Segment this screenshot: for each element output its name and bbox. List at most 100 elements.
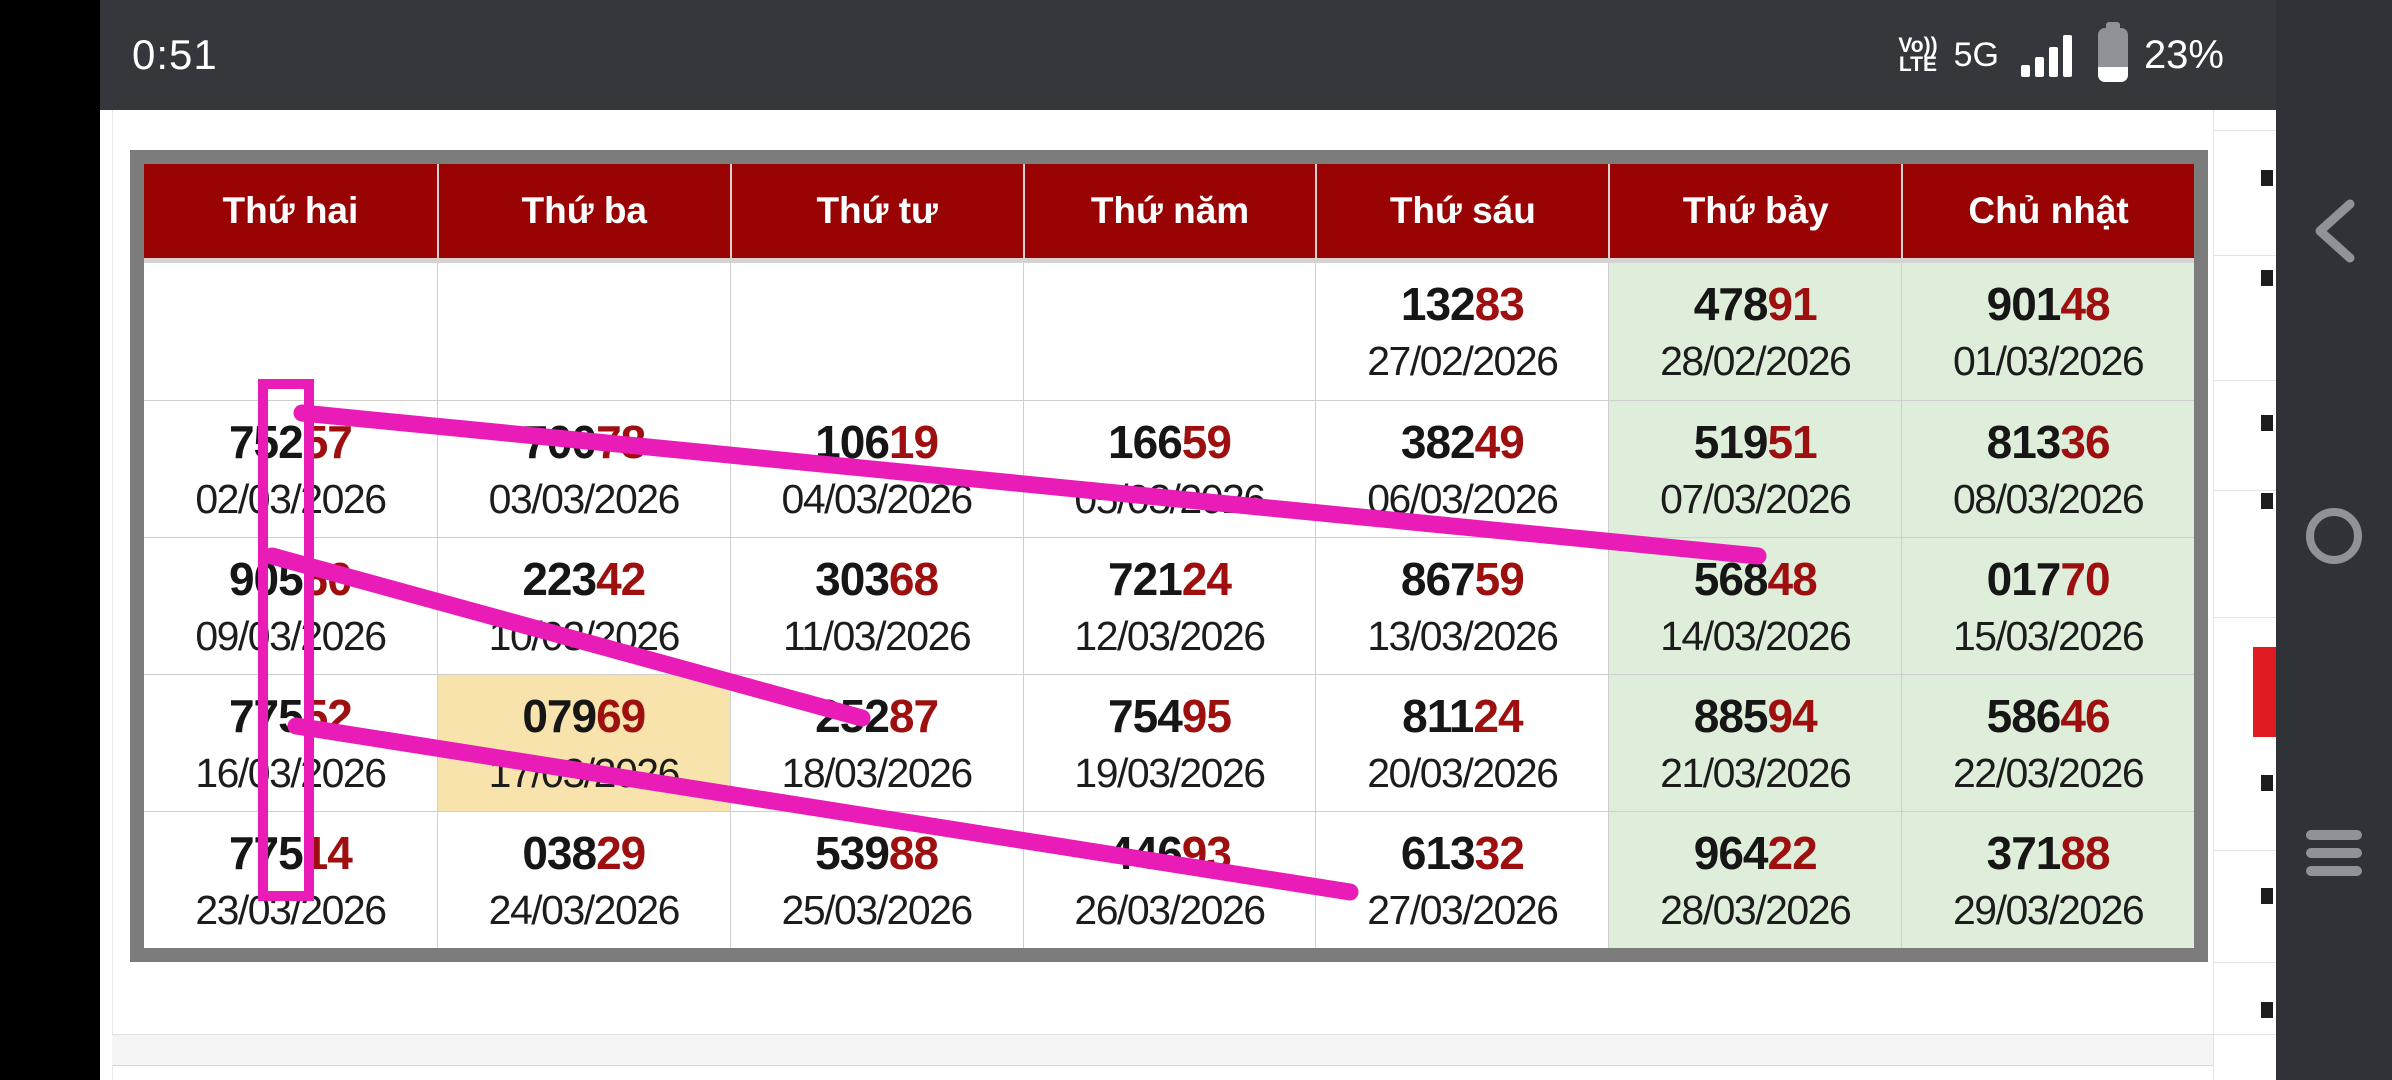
result-number: 01770 (1987, 556, 2110, 602)
result-date: 24/03/2026 (489, 890, 679, 931)
result-cell: 44693 26/03/2026 (1023, 811, 1316, 948)
result-number: 86759 (1401, 556, 1524, 602)
result-cell: 77552 16/03/2026 (144, 674, 437, 811)
left-letterbox (0, 0, 100, 1080)
result-number: 03829 (522, 830, 645, 876)
network-type-label: 5G (1954, 36, 1999, 75)
battery-level (2098, 67, 2128, 82)
android-nav-bar (2276, 0, 2392, 1080)
result-date: 04/03/2026 (782, 479, 972, 520)
side-red-marker (2253, 647, 2276, 737)
result-date: 27/02/2026 (1367, 341, 1557, 382)
result-date: 28/03/2026 (1660, 890, 1850, 931)
result-number: 47891 (1694, 281, 1817, 327)
result-date: 08/03/2026 (1953, 479, 2143, 520)
day-header: Thứ tư (730, 164, 1023, 258)
result-cell: 7007803/03/2026 (437, 400, 730, 537)
volte-icon: Vo)) LTE (1898, 36, 1937, 74)
result-cell (1023, 263, 1316, 400)
result-cell: 30368 11/03/2026 (730, 537, 1023, 674)
result-date: 13/03/2026 (1367, 616, 1557, 657)
result-cell: 90560 09/03/2026 (144, 537, 437, 674)
result-number: 51951 (1694, 419, 1817, 465)
side-row-divider (2214, 850, 2276, 851)
side-row-divider (2214, 130, 2276, 131)
result-cell: 38249 06/03/2026 (1315, 400, 1608, 537)
result-date: 15/03/2026 (1953, 616, 2143, 657)
result-number: 53988 (815, 830, 938, 876)
result-date: 16/03/2026 (195, 753, 385, 794)
signal-strength-icon (2021, 33, 2072, 77)
day-header: Thứ năm (1023, 164, 1316, 258)
back-icon[interactable] (2310, 198, 2358, 264)
page-left-edge (112, 110, 113, 1080)
result-date: 29/03/2026 (1953, 890, 2143, 931)
result-number: 88594 (1694, 693, 1817, 739)
result-number: 38249 (1401, 419, 1524, 465)
result-date: 07/03/2026 (1660, 479, 1850, 520)
result-cell: 51951 07/03/2026 (1608, 400, 1901, 537)
result-number: 77552 (229, 693, 352, 739)
result-cell: 22342 10/03/2026 (437, 537, 730, 674)
result-date: 12/03/2026 (1074, 616, 1264, 657)
result-date: 09/03/2026 (195, 616, 385, 657)
result-cell: 5398825/03/2026 (730, 811, 1023, 948)
result-number: 16659 (1108, 419, 1231, 465)
signal-bar (2049, 47, 2058, 77)
recents-icon[interactable] (2306, 830, 2362, 884)
result-date: 21/03/2026 (1660, 753, 1850, 794)
day-header: Thứ ba (437, 164, 730, 258)
result-date: 27/03/2026 (1367, 890, 1557, 931)
result-cell: 81336 08/03/2026 (1901, 400, 2194, 537)
result-cell: 7212412/03/2026 (1023, 537, 1316, 674)
day-header: Chủ nhật (1901, 164, 2194, 258)
result-cell: 5684814/03/2026 (1608, 537, 1901, 674)
result-number: 30368 (815, 556, 938, 602)
result-number: 22342 (522, 556, 645, 602)
result-cell: 7751423/03/2026 (144, 811, 437, 948)
result-date: 10/03/2026 (489, 616, 679, 657)
clipped-text-fragment (2261, 775, 2273, 791)
result-date: 11/03/2026 (783, 616, 970, 657)
result-date: 02/03/2026 (195, 479, 385, 520)
lottery-results-calendar: Thứ haiThứ baThứ tưThứ nămThứ sáuThứ bảy… (130, 150, 2208, 962)
result-number: 44693 (1108, 830, 1231, 876)
result-cell: 2528718/03/2026 (730, 674, 1023, 811)
status-time: 0:51 (132, 31, 218, 79)
result-cell: 1061904/03/2026 (730, 400, 1023, 537)
result-date: 26/03/2026 (1074, 890, 1264, 931)
recents-bar (2306, 848, 2362, 858)
battery-percent-label: 23% (2144, 33, 2224, 78)
calendar-body: 1328327/02/20264789128/02/20269014801/03… (144, 263, 2194, 948)
result-cell: 9642228/03/2026 (1608, 811, 1901, 948)
result-number: 81336 (1987, 419, 2110, 465)
result-number: 58646 (1987, 693, 2110, 739)
next-card-top-border (112, 1065, 2213, 1066)
result-cell: 03829 24/03/2026 (437, 811, 730, 948)
result-number: 81124 (1402, 693, 1522, 739)
home-icon[interactable] (2306, 508, 2362, 564)
status-bar: 0:51 Vo)) LTE 5G 23% (100, 0, 2392, 110)
result-number: 75495 (1108, 693, 1231, 739)
result-date: 06/03/2026 (1367, 479, 1557, 520)
result-number: 70078 (522, 419, 645, 465)
calendar-header-row: Thứ haiThứ baThứ tưThứ nămThứ sáuThứ bảy… (144, 164, 2194, 263)
result-cell (437, 263, 730, 400)
result-cell: 01770 15/03/2026 (1901, 537, 2194, 674)
result-number: 90560 (229, 556, 352, 602)
result-number: 90148 (1987, 281, 2110, 327)
signal-bar (2035, 57, 2044, 77)
result-cell: 81124 20/03/2026 (1315, 674, 1608, 811)
clipped-text-fragment (2261, 1002, 2273, 1018)
side-row-divider (2214, 255, 2276, 256)
result-date: 19/03/2026 (1074, 753, 1264, 794)
day-header: Thứ sáu (1315, 164, 1608, 258)
recents-bar (2306, 866, 2362, 876)
result-cell: 86759 13/03/2026 (1315, 537, 1608, 674)
result-cell: 1665905/03/2026 (1023, 400, 1316, 537)
result-cell: 3718829/03/2026 (1901, 811, 2194, 948)
volte-bottom-label: LTE (1899, 55, 1937, 74)
result-cell: 88594 21/03/2026 (1608, 674, 1901, 811)
phone-screen: 0:51 Vo)) LTE 5G 23% Thứ haiThứ baThứ tư… (0, 0, 2392, 1080)
result-date: 20/03/2026 (1367, 753, 1557, 794)
